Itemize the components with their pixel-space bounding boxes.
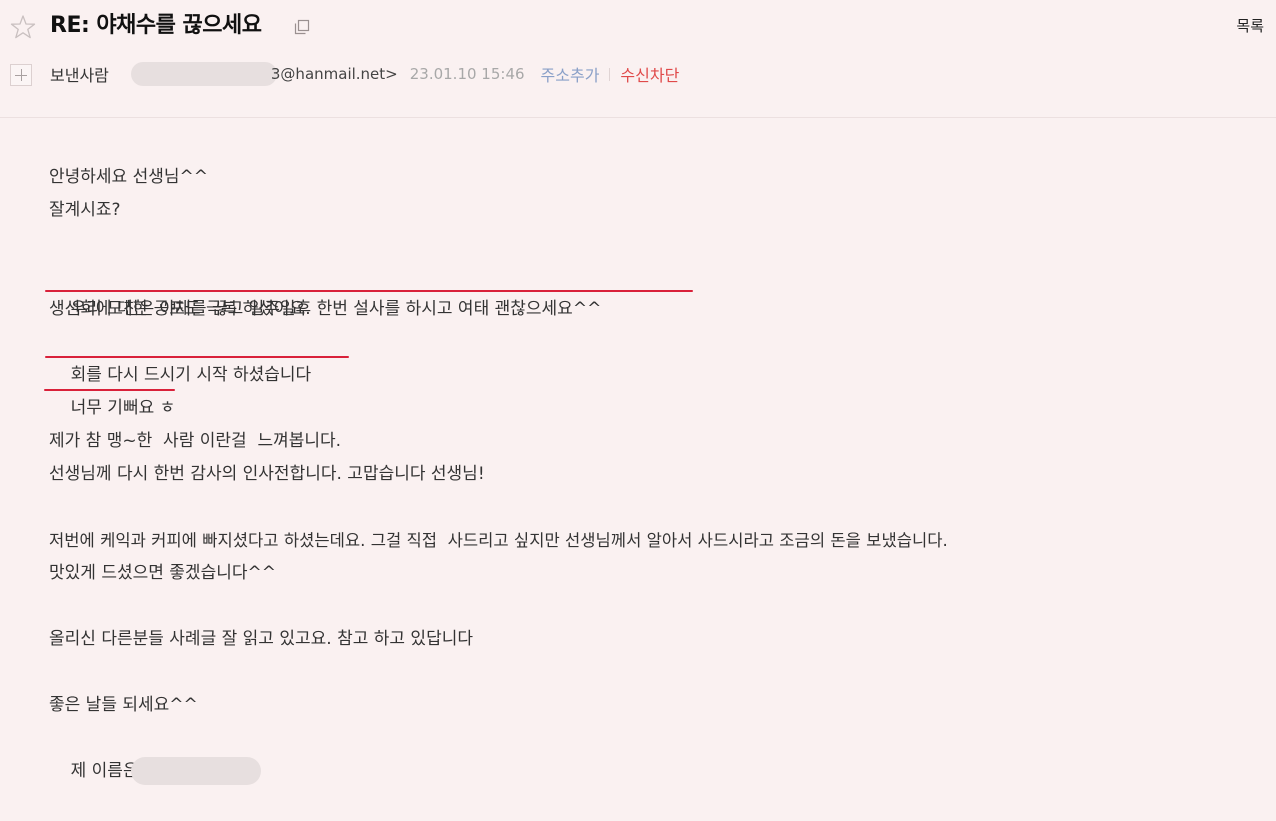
red-underline [44, 389, 175, 391]
copy-icon[interactable] [293, 18, 311, 36]
body-line: 잘계시죠? [49, 200, 121, 220]
red-underline [45, 356, 349, 358]
sender-label: 보낸사람 [50, 66, 109, 85]
body-line: 선생님께 다시 한번 감사의 인사전합니다. 고맙습니다 선생님! [49, 464, 485, 484]
body-line: 제가 참 맹~한 사람 이란걸 느껴봅니다. [49, 431, 342, 451]
sender-address[interactable]: 3@hanmail.net> [130, 62, 398, 86]
highlighted-text: 너무 기뻐요 ㅎ [70, 398, 176, 418]
body-line: 우리 모친은 야채를 끊고 일주일후 한번 설사를 하시고 여태 괜찮으세요^^ [45, 260, 948, 319]
list-link[interactable]: 목록 [1236, 15, 1264, 36]
divider [609, 67, 611, 81]
body-line: 안녕하세요 선생님^^ [49, 167, 209, 187]
redacted-name [130, 757, 261, 785]
body-line: 회를 다시 드시기 시작 하셨습니다 [45, 326, 948, 385]
body-line: 올리신 다른분들 사례글 잘 읽고 있고요. 참고 하고 있답니다 [49, 629, 473, 649]
block-sender-link[interactable]: 수신차단 [620, 62, 679, 86]
signature-prefix: 제 이름은 [70, 761, 139, 781]
body-line: 너무 기뻐요 ㅎ [44, 359, 948, 418]
signature-line: 제 이름은 [49, 722, 948, 785]
message-header: RE: 야채수를 끊으세요 목록 보낸사람 3@hanmail.net> 23.… [0, 0, 1276, 118]
sender-address-text: 3@hanmail.net> [270, 65, 398, 83]
message-subject: RE: 야채수를 끊으세요 [50, 13, 262, 38]
body-line: 좋은 날들 되세요^^ [49, 695, 198, 715]
redacted-sender-name [130, 62, 277, 86]
sender-row: 보낸사람 3@hanmail.net> 23.01.10 15:46 주소추가 … [50, 62, 679, 86]
body-line: 생선회에 대한 공포도 극복 하셨어요. [49, 299, 311, 319]
red-underline [45, 290, 693, 292]
body-line: 맛있게 드셨으면 좋겠습니다^^ [49, 563, 276, 583]
body-line: 저번에 케익과 커피에 빠지셨다고 하셨는데요. 그걸 직접 사드리고 싶지만 … [49, 531, 948, 550]
add-address-link[interactable]: 주소추가 [541, 62, 600, 86]
star-icon[interactable] [10, 14, 36, 40]
expand-icon[interactable] [10, 64, 32, 86]
message-date: 23.01.10 15:46 [409, 65, 525, 83]
message-body: 안녕하세요 선생님^^ 잘계시죠? 우리 모친은 야채를 끊고 일주일후 한번 … [44, 161, 948, 785]
